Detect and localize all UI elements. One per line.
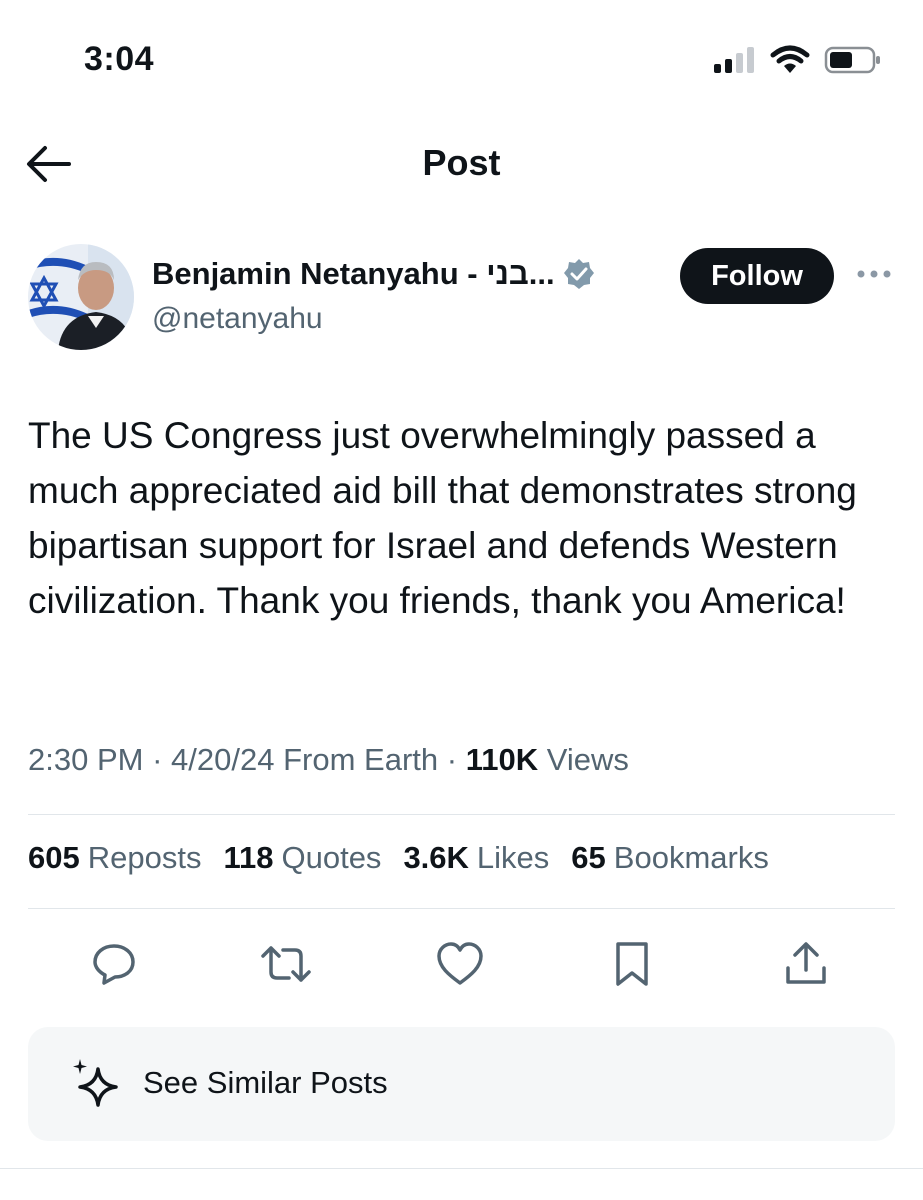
stat-reposts[interactable]: 605 Reposts [28,840,201,876]
post-source: From Earth [283,742,439,777]
bookmark-button[interactable] [604,936,660,992]
post-date[interactable]: 4/20/24 [171,742,274,777]
status-time: 3:04 [84,40,155,78]
status-icons [712,42,882,78]
see-similar-posts-label: See Similar Posts [143,1065,388,1100]
more-options-button[interactable] [854,260,894,288]
stat-count: 118 [223,840,274,875]
reply-icon [93,944,135,985]
post-author: Benjamin Netanyahu - בני... @netanyahu F… [28,242,898,354]
cellular-signal-icon [714,47,754,73]
nav-bar: Post [0,128,923,200]
meta-separator: · [152,742,163,777]
stat-label: Likes [476,840,550,875]
share-icon [786,942,826,984]
repost-icon [261,946,311,982]
page-title: Post [422,142,501,183]
share-button[interactable] [778,936,834,992]
stat-count: 605 [28,840,80,875]
stat-bookmarks[interactable]: 65 Bookmarks [571,840,769,876]
views-label: Views [546,742,629,777]
like-button[interactable] [432,936,488,992]
views-count: 110K [465,742,539,777]
repost-button[interactable] [258,936,314,992]
more-horizontal-icon [857,270,891,278]
status-bar: 3:04 [0,0,923,120]
post-stats: 605 Reposts 118 Quotes 3.6K Likes 65 Boo… [28,840,769,876]
post-actions [28,932,898,992]
stat-quotes[interactable]: 118 Quotes [223,840,381,876]
avatar[interactable] [28,244,134,350]
post-time[interactable]: 2:30 PM [28,742,143,777]
divider [0,1168,923,1169]
like-icon [437,942,483,985]
wifi-icon [770,45,810,73]
battery-icon [824,46,880,74]
reply-button[interactable] [86,936,142,992]
post-text: The US Congress just overwhelmingly pass… [28,415,857,621]
follow-button[interactable]: Follow [680,248,834,304]
sparkle-icon [73,1059,118,1107]
see-similar-posts-button[interactable]: See Similar Posts [28,1027,895,1141]
verified-badge-icon [563,259,594,289]
stat-label: Bookmarks [613,840,769,875]
stat-likes[interactable]: 3.6K Likes [403,840,549,876]
author-name[interactable]: Benjamin Netanyahu - בני... [152,256,555,292]
stat-count: 65 [571,840,606,875]
author-handle[interactable]: @netanyahu [152,302,323,336]
divider [28,814,895,815]
stat-label: Reposts [87,840,202,875]
post-meta: 2:30 PM · 4/20/24 From Earth · 110K View… [28,742,898,778]
divider [28,908,895,909]
meta-separator: · [446,742,458,777]
avatar-image [28,244,134,350]
stat-count: 3.6K [403,840,469,875]
stat-label: Quotes [281,840,382,875]
bookmark-icon [616,942,648,986]
author-name-row: Benjamin Netanyahu - בני... [152,256,595,292]
